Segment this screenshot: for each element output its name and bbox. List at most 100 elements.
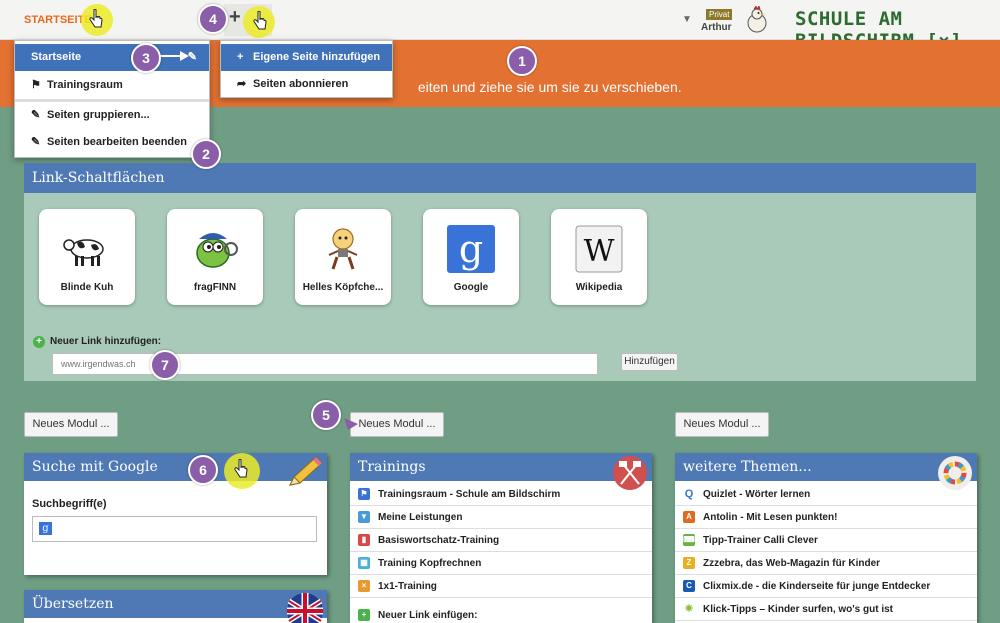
list-item-label: 1x1-Training	[378, 581, 437, 592]
svg-text:g: g	[459, 227, 483, 271]
menu-item-label: Seiten bearbeiten beenden	[47, 136, 187, 148]
add-page-menu: + Eigene Seite hinzufügen ➦ Seiten abonnie…	[220, 40, 393, 98]
list-item-label: Zzzebra, das Web-Magazin für Kinder	[703, 558, 881, 569]
step-badge-5: 5	[311, 400, 341, 430]
panel-title: Link-Schaltflächen	[24, 163, 976, 193]
list-item[interactable]: Q Quizlet - Wörter lernen	[675, 483, 977, 506]
pencil-icon: ✎	[31, 136, 41, 148]
list-item-label: Neuer Link einfügen:	[378, 610, 478, 621]
module-title: weitere Themen...	[675, 453, 977, 481]
list-item-label: Meine Leistungen	[378, 512, 463, 523]
step-badge-7: 7	[150, 350, 180, 380]
uk-flag-icon	[287, 593, 323, 623]
list-item[interactable]: × 1x1-Training	[350, 575, 652, 598]
menu-item-label: Trainingsraum	[47, 79, 123, 91]
trophy-icon: ▼	[358, 511, 370, 523]
calculator-icon: ▦	[358, 557, 370, 569]
hand-cursor-icon	[234, 459, 248, 478]
list-item[interactable]: A Antolin - Mit Lesen punkten!	[675, 506, 977, 529]
tile-label: Helles Köpfche...	[302, 282, 384, 293]
trainingsraum-icon: ⚑	[358, 488, 370, 500]
menu-item-add-own-page[interactable]: + Eigene Seite hinzufügen	[221, 44, 392, 71]
chicken-avatar-icon[interactable]	[744, 6, 770, 34]
crossed-flags-icon	[613, 456, 647, 490]
menu-item-subscribe-pages[interactable]: ➦ Seiten abonnieren	[221, 71, 392, 98]
book-icon: ▮	[358, 534, 370, 546]
list-item-label: Trainingsraum - Schule am Bildschirm	[378, 489, 561, 500]
list-item-label: Training Kopfrechnen	[378, 558, 482, 569]
pencil-edit-icon[interactable]	[286, 455, 324, 489]
list-item[interactable]: Z Zzzebra, das Web-Magazin für Kinder	[675, 552, 977, 575]
tile-label: fragFINN	[193, 282, 237, 293]
link-tile-helles-koepfchen[interactable]: Helles Köpfche...	[295, 209, 391, 305]
step-badge-2: 2	[191, 139, 221, 169]
fragfinn-mascot-icon	[196, 233, 238, 268]
step-badge-1: 1	[507, 46, 537, 76]
clixmix-icon: C	[683, 580, 695, 592]
module-title: Suche mit Google	[24, 453, 327, 481]
list-item[interactable]: ▮ Basiswortschatz-Training	[350, 529, 652, 552]
quizlet-icon: Q	[683, 488, 695, 500]
module-title: Übersetzen	[24, 590, 327, 618]
zzzebra-icon: Z	[683, 557, 695, 569]
cow-icon	[63, 239, 104, 266]
lightbulb-mascot-icon	[328, 228, 358, 270]
list-item[interactable]: C Clixmix.de - die Kinderseite für junge …	[675, 575, 977, 598]
new-module-button[interactable]: Neues Modul ...	[675, 412, 769, 437]
hand-cursor-icon	[89, 9, 103, 28]
add-circle-icon: +	[358, 609, 370, 621]
step-badge-6: 6	[188, 455, 218, 485]
multiplication-icon: ×	[358, 580, 370, 592]
user-badge: Privat	[706, 9, 733, 20]
menu-item-stop-editing[interactable]: ✎ Seiten bearbeiten beenden	[15, 129, 209, 156]
list-item[interactable]: ⌨ Tipp-Trainer Calli Clever	[675, 529, 977, 552]
list-item-label: Klick-Tipps – Kinder surfen, wo's gut is…	[703, 604, 893, 615]
tile-label: Wikipedia	[575, 282, 623, 293]
add-circle-icon: +	[33, 336, 45, 348]
chevron-down-icon[interactable]: ▼	[682, 14, 692, 25]
url-input[interactable]	[52, 353, 598, 375]
list-item[interactable]: ⚑ Trainingsraum - Schule am Bildschirm	[350, 483, 652, 506]
menu-item-label: Seiten gruppieren...	[47, 109, 150, 121]
link-tile-fragfinn[interactable]: fragFINN	[167, 209, 263, 305]
search-label: Suchbegriff(e)	[32, 498, 107, 510]
new-module-button[interactable]: Neues Modul ...	[350, 412, 444, 437]
menu-item-trainingsraum[interactable]: ⚑ Trainingsraum	[15, 72, 209, 99]
hand-cursor-icon	[253, 11, 267, 30]
link-tile-blinde-kuh[interactable]: Blinde Kuh	[39, 209, 135, 305]
new-module-button[interactable]: Neues Modul ...	[24, 412, 118, 437]
arrow-right-icon	[160, 51, 189, 61]
module-title: Trainings	[350, 453, 652, 481]
google-icon: g	[39, 522, 52, 535]
antolin-icon: A	[683, 511, 695, 523]
menu-item-group-pages[interactable]: ✎ Seiten gruppieren...	[15, 102, 209, 129]
flag-icon: ⚑	[31, 79, 41, 91]
new-link-row[interactable]: + Neuer Link einfügen:	[350, 604, 652, 623]
menu-item-label: Seiten abonnieren	[253, 78, 349, 90]
plus-icon: +	[237, 51, 244, 63]
tile-label: Google	[453, 282, 489, 293]
keyboard-icon: ⌨	[683, 534, 695, 546]
list-item-label: Tipp-Trainer Calli Clever	[703, 535, 818, 546]
svg-text:W: W	[584, 234, 615, 269]
plus-icon: +	[229, 6, 241, 28]
wikipedia-icon: W	[575, 225, 623, 273]
color-wheel-icon	[938, 456, 972, 490]
menu-item-label: Eigene Seite hinzufügen	[253, 51, 381, 63]
list-item-label: Basiswortschatz-Training	[378, 535, 500, 546]
list-item[interactable]: ▼ Meine Leistungen	[350, 506, 652, 529]
link-tile-google[interactable]: g Google	[423, 209, 519, 305]
pointer-arrow-icon	[344, 418, 358, 430]
step-badge-4: 4	[198, 4, 228, 34]
add-link-button[interactable]: Hinzufügen	[621, 353, 678, 371]
new-link-label: Neuer Link hinzufügen:	[50, 336, 162, 347]
tile-label: Blinde Kuh	[60, 282, 114, 293]
google-search-input[interactable]	[32, 516, 317, 542]
list-item[interactable]: ▦ Training Kopfrechnen	[350, 552, 652, 575]
link-tile-wikipedia[interactable]: W Wikipedia	[551, 209, 647, 305]
list-item-label: Antolin - Mit Lesen punkten!	[703, 512, 838, 523]
list-item[interactable]: ✷ Klick-Tipps – Kinder surfen, wo's gut i…	[675, 598, 977, 621]
pencil-icon: ✎	[31, 109, 41, 121]
user-name[interactable]: Arthur	[701, 22, 732, 33]
star-icon: ✷	[683, 603, 695, 615]
